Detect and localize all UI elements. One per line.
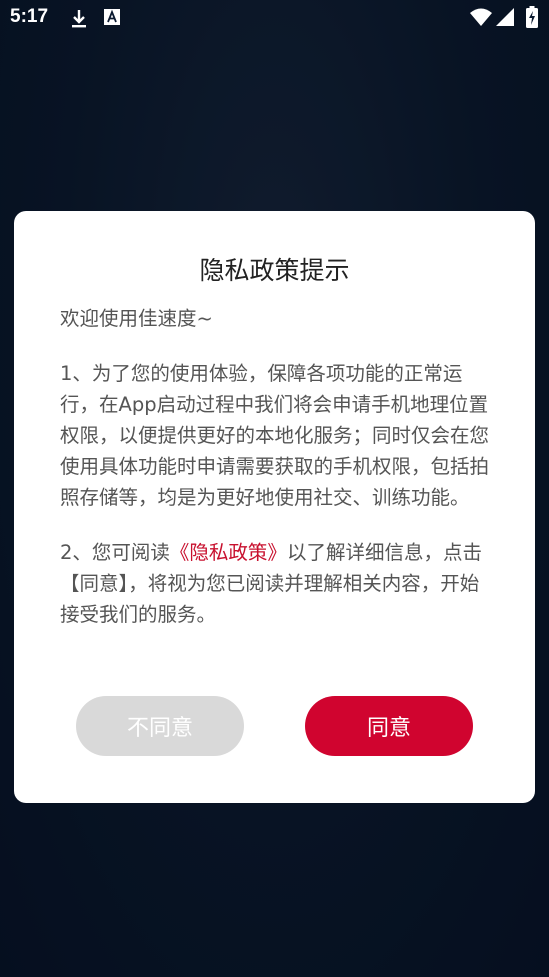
paragraph-policy: 2、您可阅读《隐私政策》以了解详细信息，点击【同意】，将视为您已阅读并理解相关内…	[60, 537, 492, 630]
a11y-font-icon	[104, 9, 120, 31]
download-icon	[70, 9, 88, 33]
paragraph-policy-prefix: 2、您可阅读	[60, 541, 170, 564]
signal-icon	[496, 8, 514, 30]
privacy-dialog: 隐私政策提示 欢迎使用佳速度~ 1、为了您的使用体验，保障各项功能的正常运行，在…	[14, 211, 535, 803]
dialog-title: 隐私政策提示	[199, 256, 350, 285]
battery-charging-icon	[526, 6, 538, 32]
privacy-policy-link[interactable]: 《隐私政策》	[170, 541, 287, 564]
disagree-button[interactable]: 不同意	[76, 696, 244, 756]
status-time: 5:17	[10, 6, 49, 27]
paragraph-permissions: 1、为了您的使用体验，保障各项功能的正常运行，在App启动过程中我们将会申请手机…	[60, 362, 490, 509]
status-bar: 5:17	[0, 0, 549, 36]
wifi-icon	[470, 8, 492, 30]
agree-button[interactable]: 同意	[305, 696, 473, 756]
dialog-body: 欢迎使用佳速度~ 1、为了您的使用体验，保障各项功能的正常运行，在App启动过程…	[60, 303, 492, 630]
greeting-text: 欢迎使用佳速度~	[60, 307, 213, 330]
